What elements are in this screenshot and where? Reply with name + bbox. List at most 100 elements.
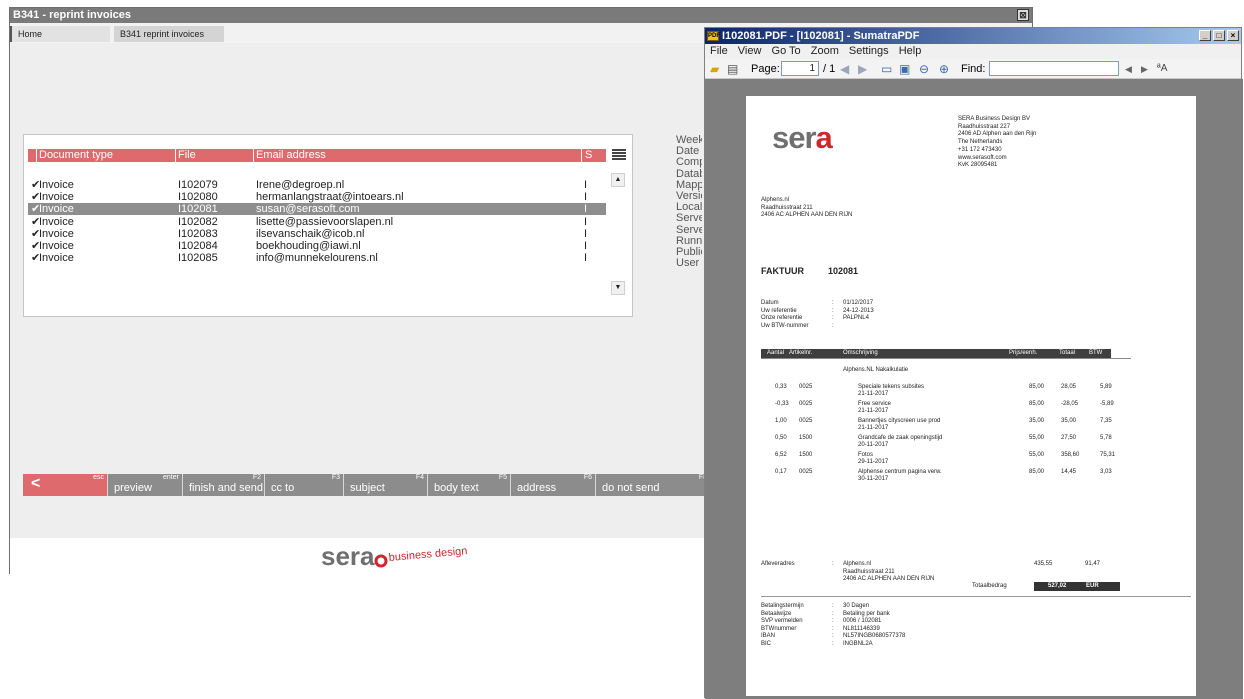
company-line: +31 172 473430 xyxy=(958,146,1002,153)
menu-view[interactable]: View xyxy=(738,45,762,57)
item-date: 21-11-2017 xyxy=(858,391,889,397)
menu-zoom[interactable]: Zoom xyxy=(811,45,839,57)
col-file[interactable]: File xyxy=(175,149,253,162)
item-desc: Bannertjes cityscreen use prod xyxy=(858,418,941,424)
function-button-cc-to[interactable]: cc to F3 xyxy=(265,474,344,496)
function-label: body text xyxy=(434,482,479,494)
tab-home[interactable]: Home xyxy=(10,26,110,42)
th-vat: BTW xyxy=(1089,350,1103,356)
menu-go-to[interactable]: Go To xyxy=(772,45,801,57)
previous-page-icon[interactable]: ◀ xyxy=(840,62,849,76)
payment-label: IBAN xyxy=(761,633,776,639)
item-desc: Alphense centrum pagina verw. xyxy=(858,469,942,475)
invoice-item-row: 6,52 1500 Fotos 55,00 358,60 75,31 29-11-2017 xyxy=(761,452,1131,466)
maximize-icon[interactable]: □ xyxy=(1213,30,1225,41)
back-button[interactable]: < esc xyxy=(23,474,108,496)
th-qty: Aantal xyxy=(767,350,785,356)
function-key-hint: F5 xyxy=(498,474,507,481)
item-art: 0025 xyxy=(799,418,813,424)
print-icon[interactable]: ▤ xyxy=(727,62,738,76)
recipient-line: Alphens.nl xyxy=(761,197,790,203)
pdf-toolbar: ▰ ▤ Page: 1 / 1 ◀ ▶ ▭ ▣ ⊖ ⊕ Find: ◀ ▶ ªA xyxy=(705,59,1241,79)
menu-help[interactable]: Help xyxy=(899,45,922,57)
table-row[interactable]: ✔ Invoice I102083 ilsevanschaik@icob.nl I xyxy=(28,228,606,240)
meta-value: PALPNL4 xyxy=(843,315,869,321)
function-button-do-not-send[interactable]: do not send F8 xyxy=(596,474,711,496)
function-label: preview xyxy=(114,482,152,494)
item-qty: 0,33 xyxy=(775,384,787,390)
find-input[interactable] xyxy=(989,61,1119,76)
invoice-heading: FAKTUUR xyxy=(761,266,804,276)
open-folder-icon[interactable]: ▰ xyxy=(710,62,719,76)
find-next-icon[interactable]: ▶ xyxy=(1141,62,1148,76)
scroll-up-icon[interactable]: ▲ xyxy=(611,173,625,187)
function-label: subject xyxy=(350,482,385,494)
fit-page-icon[interactable]: ▭ xyxy=(881,62,892,76)
row-document-type: Invoice xyxy=(39,191,74,204)
table-row[interactable]: ✔ Invoice I102085 info@munnekelourens.nl I xyxy=(28,252,606,264)
item-date: 30-11-2017 xyxy=(858,476,889,482)
page-number-input[interactable]: 1 xyxy=(781,61,819,76)
item-date: 20-11-2017 xyxy=(858,442,889,448)
find-previous-icon[interactable]: ◀ xyxy=(1125,62,1132,76)
table-row[interactable]: ✔ Invoice I102079 Irene@degroep.nl I xyxy=(28,179,606,191)
function-button-subject[interactable]: subject F4 xyxy=(344,474,428,496)
delivery-line: Alphens.nl xyxy=(843,561,872,567)
tab-reprint-invoices[interactable]: B341 reprint invoices xyxy=(114,26,224,42)
row-file: I102080 xyxy=(178,191,218,204)
item-total: 14,45 xyxy=(1061,469,1077,475)
th-unit-price: Prijs/eenh. xyxy=(1009,350,1038,356)
recipient-line: 2406 AC ALPHEN AAN DEN RIJN xyxy=(761,212,853,219)
meta-label: Datum xyxy=(761,300,779,306)
close-icon[interactable]: ⊠ xyxy=(1017,9,1029,21)
item-qty: 0,50 xyxy=(775,435,787,441)
item-vat: -5,89 xyxy=(1100,401,1114,407)
function-button-address[interactable]: address F6 xyxy=(511,474,596,496)
row-status: I xyxy=(584,215,588,228)
function-button-finish-and-send[interactable]: finish and send F2 xyxy=(183,474,265,496)
subtotal: 435,55 xyxy=(1034,561,1053,567)
invoice-list-panel: Document type File Email address S ✔ Invo… xyxy=(23,134,633,317)
table-row[interactable]: ✔ Invoice I102084 boekhouding@iawi.nl I xyxy=(28,240,606,252)
company-line: www.serasoft.com xyxy=(958,154,1007,161)
close-icon[interactable]: × xyxy=(1227,30,1239,41)
match-case-icon[interactable]: ªA xyxy=(1157,62,1167,76)
item-total: 28,05 xyxy=(1061,384,1077,390)
function-button-preview[interactable]: preview enter xyxy=(108,474,183,496)
meta-value: 24-12-2013 xyxy=(843,307,874,314)
scroll-down-icon[interactable]: ▼ xyxy=(611,281,625,295)
payment-colon: : xyxy=(832,610,834,617)
pdf-canvas[interactable]: sera SERA Business Design BV Raadhuisstra… xyxy=(705,79,1243,699)
col-s[interactable]: S xyxy=(581,149,595,162)
item-vat: 5,89 xyxy=(1100,384,1112,390)
column-chooser-icon[interactable] xyxy=(612,149,626,161)
function-button-body-text[interactable]: body text F5 xyxy=(428,474,511,496)
delivery-label: Afleveradres xyxy=(761,561,795,567)
item-art: 1500 xyxy=(799,452,813,458)
table-row[interactable]: ✔ Invoice I102080 hermanlangstraat@intoears… xyxy=(28,191,606,203)
item-desc: Grandcafe de zaak openingstijd xyxy=(858,435,943,441)
function-label: address xyxy=(517,482,557,494)
minimize-icon[interactable]: _ xyxy=(1199,30,1211,41)
menu-settings[interactable]: Settings xyxy=(849,45,889,57)
zoom-in-icon[interactable]: ⊕ xyxy=(939,62,949,76)
col-email-address[interactable]: Email address xyxy=(253,149,581,162)
sera-logo: sera xyxy=(772,120,833,156)
function-key-hint: F3 xyxy=(331,474,340,481)
next-page-icon[interactable]: ▶ xyxy=(858,62,867,76)
total-value: 527,02 xyxy=(1048,583,1067,589)
col-document-type[interactable]: Document type xyxy=(36,149,175,162)
row-file: I102079 xyxy=(178,179,218,191)
menu-file[interactable]: File xyxy=(710,45,728,57)
function-label: do not send xyxy=(602,482,660,494)
function-key-hint: F2 xyxy=(252,474,261,481)
table-row[interactable]: ✔ Invoice I102081 susan@serasoft.com I xyxy=(28,203,606,216)
function-key-hint: enter xyxy=(163,474,179,481)
row-email: hermanlangstraat@intoears.nl xyxy=(256,191,404,204)
fit-width-icon[interactable]: ▣ xyxy=(899,62,910,76)
table-row[interactable]: ✔ Invoice I102082 lisette@passievoorslapen.… xyxy=(28,216,606,228)
item-price: 85,00 xyxy=(1029,384,1045,390)
payment-value: NL57INGB0680577378 xyxy=(843,633,906,639)
zoom-out-icon[interactable]: ⊖ xyxy=(919,62,929,76)
row-file: I102084 xyxy=(178,240,218,252)
